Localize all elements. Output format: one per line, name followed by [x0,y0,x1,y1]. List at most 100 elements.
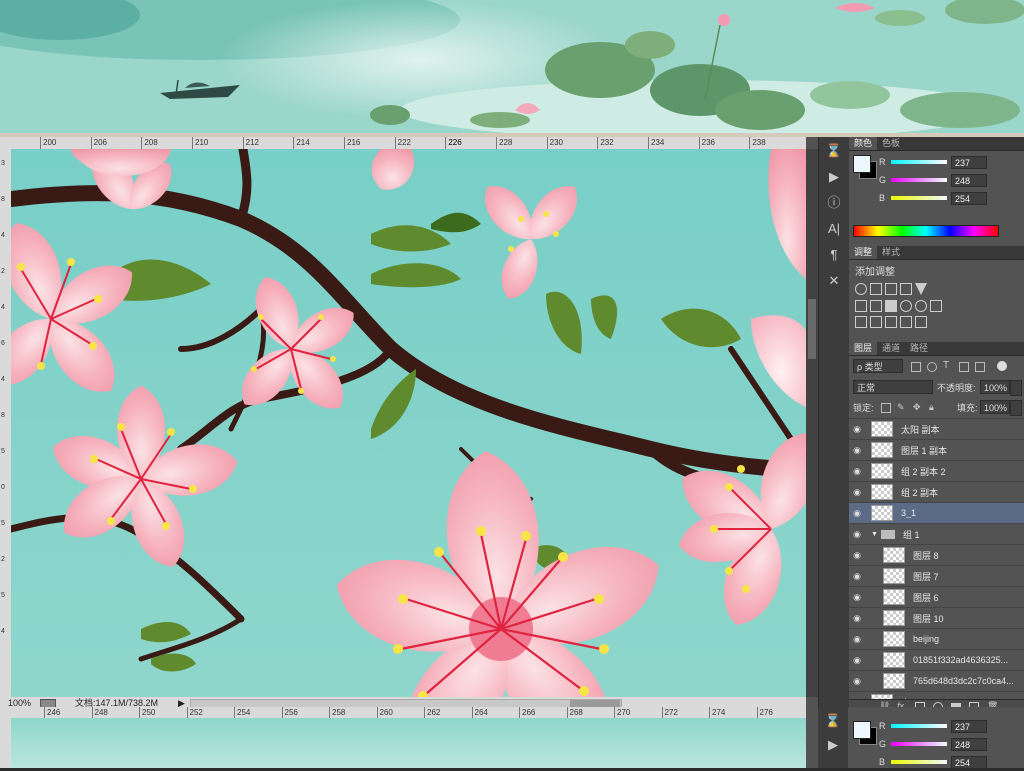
threshold-icon[interactable] [885,316,897,328]
lock-position-icon[interactable]: ✥ [913,402,921,413]
r-value[interactable]: 237 [951,155,987,169]
layer-thumbnail[interactable] [883,568,905,584]
layer-thumbnail[interactable] [871,505,893,521]
info-icon[interactable]: ⓘ [824,193,844,213]
visibility-eye-icon[interactable]: ◉ [849,466,865,477]
filter-pixel-icon[interactable] [911,362,921,372]
filter-toggle-icon[interactable] [997,361,1007,371]
hue-saturation-icon[interactable] [855,300,867,312]
layer-thumbnail[interactable] [883,610,905,626]
visibility-eye-icon[interactable]: ◉ [849,571,865,582]
visibility-eye-icon[interactable]: ◉ [849,613,865,624]
layer-row[interactable]: ◉ 图层 10 [849,608,1024,629]
lock-all-icon[interactable]: 🔒︎ [929,402,934,413]
visibility-eye-icon[interactable]: ◉ [849,508,865,519]
b-slider[interactable] [891,760,947,764]
vibrance-icon[interactable] [915,283,927,296]
channel-mixer-icon[interactable] [915,300,927,312]
selective-color-icon[interactable] [900,316,912,328]
g-value[interactable]: 248 [951,737,987,751]
layer-name[interactable]: 组 1 [903,528,1011,541]
ruler-vertical-secondary[interactable] [0,718,11,768]
g-value[interactable]: 248 [951,173,987,187]
history-icon[interactable]: ⌛ [824,141,844,161]
ruler-horizontal-secondary[interactable]: 246 248 250 252 254 256 258 260 262 264 266 268 270 2… [0,707,806,718]
layer-thumbnail[interactable] [883,547,905,563]
visibility-eye-icon[interactable]: ◉ [849,424,865,435]
layer-row[interactable]: ◉ 3_1 [849,503,1024,524]
layer-row[interactable]: ◉ 图层 6 [849,587,1024,608]
opacity-input[interactable]: 100% [980,380,1010,394]
layer-name[interactable]: 3_1 [901,508,1009,518]
layer-list[interactable]: ◉ 太阳 副本 ◉ 图层 1 副本 ◉ 组 2 副本 2 ◉ 组 2 副本 ◉ 3_1 ◉ ▼ 组 1 ◉… [849,419,1024,699]
layer-name[interactable]: 765d648d3dc2c7c0ca4... [913,676,1021,686]
g-slider[interactable] [891,178,947,182]
color-balance-icon[interactable] [870,300,882,312]
character-icon[interactable]: A| [824,219,844,239]
fill-input[interactable]: 100% [980,400,1010,414]
r-slider[interactable] [891,160,947,164]
levels-icon[interactable] [870,283,882,295]
layer-row[interactable]: ◉ 组 2 副本 [849,482,1024,503]
b-slider[interactable] [891,196,947,200]
foreground-color-swatch[interactable] [853,721,871,739]
brightness-icon[interactable] [855,283,867,295]
layer-thumbnail[interactable] [871,442,893,458]
layer-name[interactable]: 太阳 副本 [901,423,1009,436]
layer-row[interactable]: ◉ 组 2 副本 2 [849,461,1024,482]
layer-name[interactable]: 组 2 副本 2 [901,465,1009,478]
play-icon[interactable]: ▶ [824,167,844,187]
visibility-eye-icon[interactable]: ◉ [849,592,865,603]
layer-row[interactable]: ◉ 太阳 副本 [849,419,1024,440]
layer-name[interactable]: 组 2 副本 [901,486,1009,499]
opacity-dropdown-icon[interactable] [1010,380,1022,396]
filter-adjust-icon[interactable] [927,362,937,372]
layer-thumbnail[interactable] [883,652,905,668]
ruler-horizontal[interactable]: 200 206 208 210 212 214 216 222 226 228 230 232 234 2… [0,137,806,149]
visibility-eye-icon[interactable]: ◉ [849,655,865,666]
posterize-icon[interactable] [870,316,882,328]
tab-adjustments[interactable]: 调整 [849,246,878,259]
visibility-eye-icon[interactable]: ◉ [849,529,865,540]
b-value[interactable]: 254 [951,191,987,205]
layer-thumbnail[interactable] [883,589,905,605]
r-slider[interactable] [891,724,947,728]
color-spectrum-ramp[interactable] [853,225,999,237]
filter-smart-object-icon[interactable] [975,362,985,372]
lock-image-icon[interactable]: ✎ [897,402,905,413]
exposure-icon[interactable] [900,283,912,295]
paragraph-icon[interactable]: ¶ [824,245,844,265]
black-white-icon[interactable] [885,300,897,312]
tab-channels[interactable]: 通道 [877,342,905,355]
layer-name[interactable]: 01851f332ad4636325... [913,655,1021,665]
layer-row[interactable]: ◉ 图层 8 [849,545,1024,566]
visibility-eye-icon[interactable]: ◉ [849,445,865,456]
group-expand-icon[interactable]: ▼ [871,531,878,538]
photo-filter-icon[interactable] [900,300,912,312]
invert-icon[interactable] [855,316,867,328]
layer-name[interactable]: 图层 1 副本 [901,444,1009,457]
gradient-map-icon[interactable] [915,316,927,328]
filter-shape-icon[interactable] [959,362,969,372]
curves-icon[interactable] [885,283,897,295]
foreground-color-swatch[interactable] [853,155,871,173]
document-canvas[interactable] [11,149,806,697]
visibility-eye-icon[interactable]: ◉ [849,487,865,498]
visibility-eye-icon[interactable]: ◉ [849,676,865,687]
tab-styles[interactable]: 样式 [877,246,905,259]
filter-type-icon[interactable]: T [943,360,949,371]
vertical-scroll-thumb[interactable] [808,299,816,359]
history-icon[interactable]: ⌛ [823,711,843,731]
visibility-eye-icon[interactable]: ◉ [849,550,865,561]
color-lookup-icon[interactable] [930,300,942,312]
layer-thumbnail[interactable] [871,421,893,437]
layer-name[interactable]: 图层 6 [913,591,1021,604]
layer-row[interactable]: ◉ ▼ 组 1 [849,524,1024,545]
r-value[interactable]: 237 [951,719,987,733]
layer-name[interactable]: 图层 10 [913,612,1021,625]
tab-paths[interactable]: 路径 [905,342,933,355]
g-slider[interactable] [891,742,947,746]
layer-row[interactable]: ◉ 765d648d3dc2c7c0ca4... [849,671,1024,692]
blend-mode-select[interactable]: 正常 [853,380,933,394]
canvas-secondary[interactable] [11,718,806,768]
